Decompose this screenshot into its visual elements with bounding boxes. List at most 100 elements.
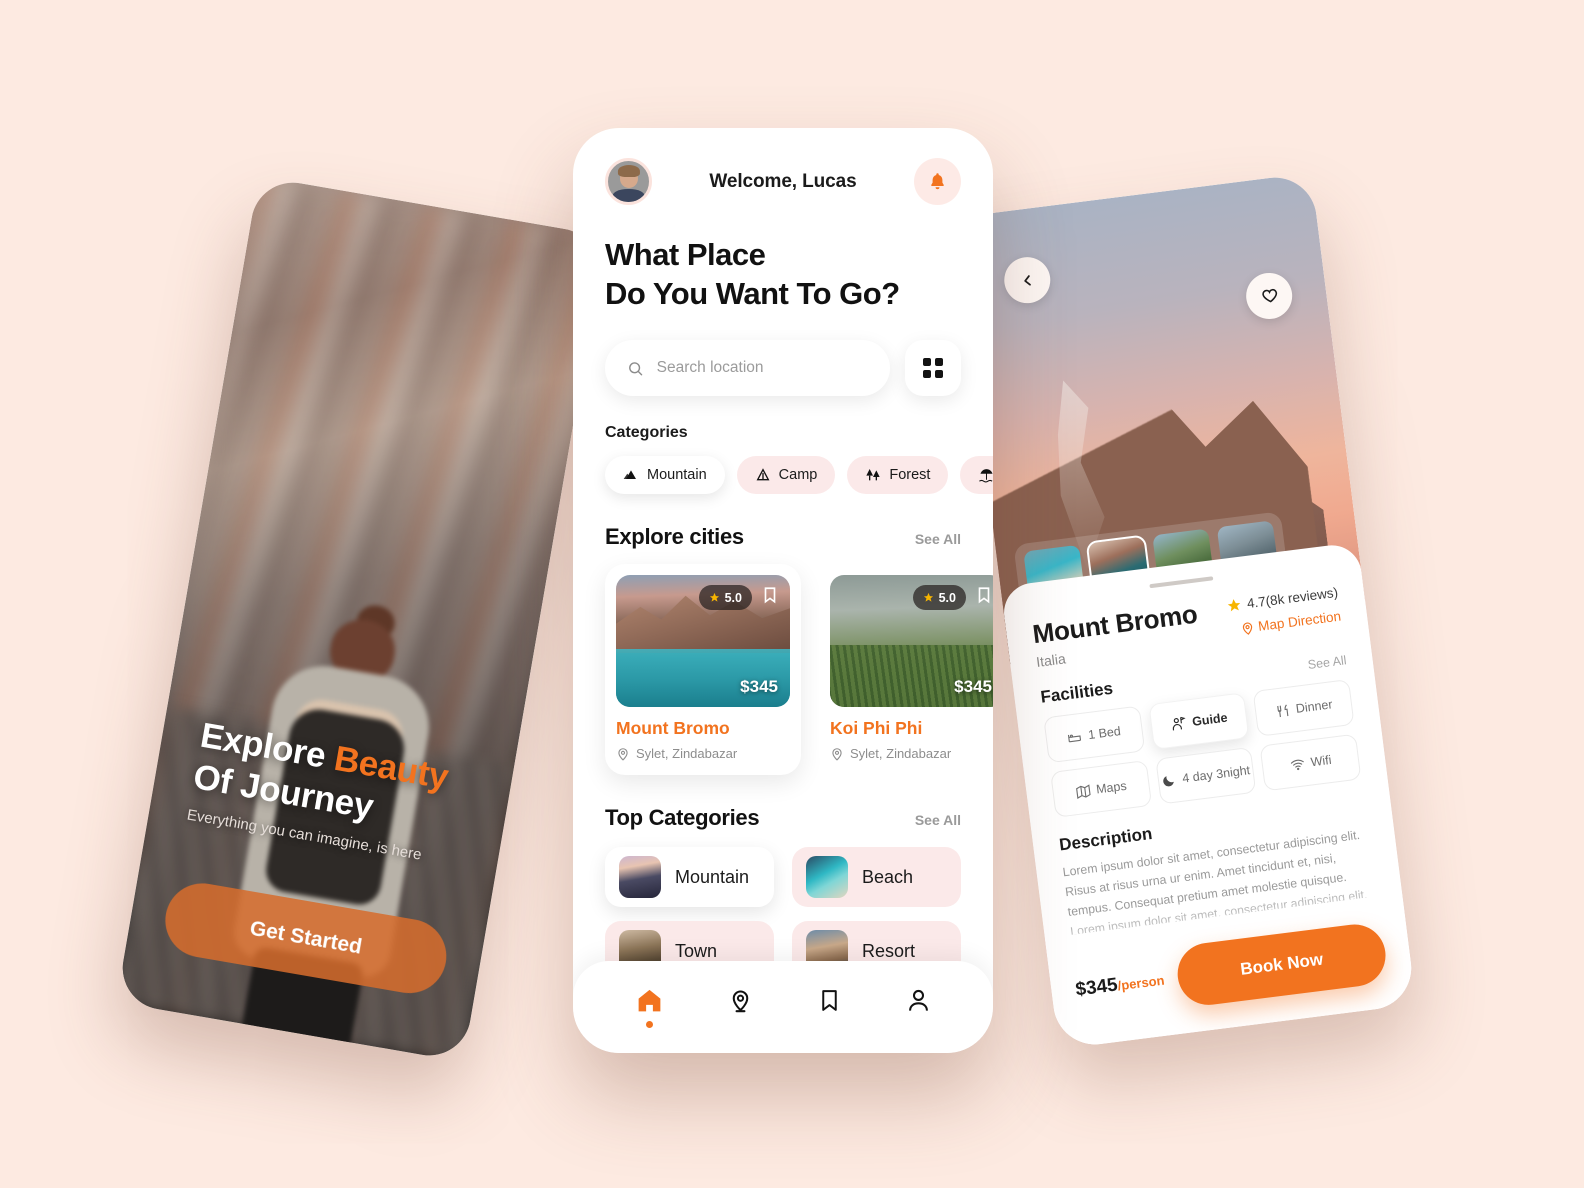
nav-active-dot bbox=[645, 1020, 653, 1028]
facility-wifi-label: Wifi bbox=[1309, 752, 1333, 770]
nav-item-explore[interactable] bbox=[727, 987, 754, 1014]
nav-item-saved[interactable] bbox=[817, 987, 842, 1014]
map-direction-link[interactable]: Map Direction bbox=[1229, 609, 1342, 638]
location-pin-icon bbox=[732, 989, 748, 1012]
city-card-location: Sylet, Zindabazar bbox=[616, 746, 790, 761]
bookmark-icon bbox=[821, 989, 837, 1011]
top-category-label: Mountain bbox=[675, 866, 750, 887]
star-icon bbox=[923, 593, 933, 602]
category-chip-mountain[interactable]: Mountain bbox=[605, 456, 725, 495]
facility-dinner[interactable]: Dinner bbox=[1252, 679, 1355, 737]
explore-cities-list: 5.0 $345 Mount Bromo Sylet, Zindabazar 5… bbox=[605, 564, 993, 776]
book-now-button[interactable]: Book Now bbox=[1174, 920, 1390, 1009]
grid-view-icon bbox=[923, 358, 943, 379]
city-card-name: Koi Phi Phi bbox=[830, 718, 923, 739]
detail-price-unit: /person bbox=[1116, 972, 1166, 994]
detail-phone: Mount Bromo Italia 4.7(8k reviews) Map D… bbox=[953, 172, 1417, 1050]
location-pin-icon bbox=[618, 747, 628, 761]
trees-icon bbox=[866, 469, 881, 481]
top-category-mountain[interactable]: Mountain bbox=[605, 847, 774, 908]
facilities-see-all[interactable]: See All bbox=[1307, 653, 1347, 672]
home-icon bbox=[638, 989, 660, 1011]
city-card-location-label: Sylet, Zindabazar bbox=[850, 746, 952, 762]
category-chip-forest[interactable]: Forest bbox=[847, 456, 949, 495]
tent-icon bbox=[756, 468, 770, 481]
heart-icon bbox=[1261, 288, 1277, 303]
facility-duration[interactable]: 4 day 3night bbox=[1154, 746, 1257, 805]
location-pin-icon bbox=[832, 747, 842, 761]
facility-duration-label: 4 day 3night bbox=[1181, 762, 1251, 786]
location-pin-icon bbox=[1242, 622, 1252, 635]
city-card-mount-bromo[interactable]: 5.0 $345 Mount Bromo Sylet, Zindabazar bbox=[605, 564, 801, 776]
bookmark-icon[interactable] bbox=[761, 584, 779, 606]
nav-item-profile[interactable] bbox=[905, 987, 932, 1014]
explore-cities-see-all[interactable]: See All bbox=[915, 531, 961, 547]
chevron-left-icon bbox=[1023, 274, 1031, 286]
grid-view-button[interactable] bbox=[905, 340, 961, 397]
home-content: Welcome, Lucas What Place Do You Want To… bbox=[573, 128, 993, 1053]
city-card-photo: 5.0 $345 bbox=[830, 575, 993, 708]
facility-dinner-label: Dinner bbox=[1294, 697, 1334, 716]
bed-icon bbox=[1068, 734, 1082, 742]
detail-rating-text: 4.7(8k reviews) bbox=[1246, 584, 1339, 612]
top-category-thumb bbox=[806, 856, 848, 899]
guide-icon bbox=[1173, 716, 1186, 731]
map-icon bbox=[1075, 783, 1091, 799]
category-chip-camp[interactable]: Camp bbox=[736, 456, 836, 495]
mockup-canvas: Explore Beauty Of Journey Everything you… bbox=[0, 0, 1584, 1188]
top-categories-title: Top Categories bbox=[605, 805, 760, 831]
facility-maps[interactable]: Maps bbox=[1050, 760, 1152, 818]
top-category-thumb bbox=[619, 856, 661, 899]
search-input[interactable] bbox=[656, 359, 868, 378]
city-card-name: Mount Bromo bbox=[616, 718, 730, 739]
moon-icon bbox=[1163, 775, 1175, 786]
person-icon bbox=[908, 989, 928, 1011]
top-categories-header: Top Categories See All bbox=[605, 805, 961, 831]
category-chip-mountain-label: Mountain bbox=[647, 467, 707, 484]
facility-guide[interactable]: Guide bbox=[1148, 692, 1250, 751]
bookmark-icon[interactable] bbox=[975, 584, 993, 606]
category-chip-beach[interactable]: Beach bbox=[960, 456, 993, 495]
city-card-koi-phi-phi[interactable]: 5.0 $345 Koi Phi Phi Sylet, Zindabazar bbox=[819, 564, 993, 776]
top-category-label: Town bbox=[675, 940, 718, 961]
facility-wifi[interactable]: Wifi bbox=[1259, 733, 1362, 792]
facility-bed-label: 1 Bed bbox=[1087, 723, 1122, 742]
notification-button[interactable] bbox=[913, 158, 961, 205]
search-row bbox=[605, 340, 961, 397]
facility-guide-label: Guide bbox=[1191, 710, 1229, 729]
nav-item-home[interactable] bbox=[635, 986, 664, 1028]
bottom-navigation bbox=[573, 961, 993, 1053]
category-chip-camp-label: Camp bbox=[778, 467, 818, 484]
map-direction-label: Map Direction bbox=[1257, 608, 1342, 634]
facility-bed[interactable]: 1 Bed bbox=[1043, 705, 1145, 764]
detail-price-value: $345 bbox=[1074, 974, 1119, 1001]
top-categories-see-all[interactable]: See All bbox=[915, 812, 961, 828]
city-card-price: $345 bbox=[954, 677, 992, 697]
sheet-grab-handle[interactable] bbox=[1149, 576, 1214, 589]
city-card-location-label: Sylet, Zindabazar bbox=[636, 746, 738, 762]
city-card-location: Sylet, Zindabazar bbox=[830, 746, 993, 761]
page-title-line2: Do You Want To Go? bbox=[605, 276, 900, 312]
categories-chip-row: Mountain Camp Forest Beach bbox=[605, 456, 993, 495]
city-card-photo: 5.0 $345 bbox=[616, 575, 790, 708]
page-title-line1: What Place bbox=[605, 237, 766, 272]
explore-cities-title: Explore cities bbox=[605, 524, 744, 550]
star-icon bbox=[1228, 599, 1241, 612]
star-icon bbox=[709, 593, 719, 602]
facilities-title: Facilities bbox=[1039, 678, 1115, 707]
explore-cities-header: Explore cities See All bbox=[605, 524, 961, 550]
city-card-rating-value: 5.0 bbox=[938, 590, 956, 605]
detail-price: $345/person bbox=[1074, 969, 1165, 1002]
city-card-rating-badge: 5.0 bbox=[698, 585, 752, 611]
city-card-rating-badge: 5.0 bbox=[912, 585, 966, 611]
wifi-icon bbox=[1290, 759, 1304, 770]
search-box[interactable] bbox=[605, 340, 890, 397]
page-title: What Place Do You Want To Go? bbox=[605, 235, 961, 313]
top-category-beach[interactable]: Beach bbox=[792, 847, 961, 908]
beach-umbrella-icon bbox=[979, 468, 993, 483]
categories-title: Categories bbox=[605, 424, 688, 442]
city-card-rating-value: 5.0 bbox=[724, 590, 742, 605]
welcome-text: Welcome, Lucas bbox=[709, 170, 857, 192]
mountain-icon bbox=[623, 470, 636, 480]
avatar[interactable] bbox=[605, 158, 652, 205]
